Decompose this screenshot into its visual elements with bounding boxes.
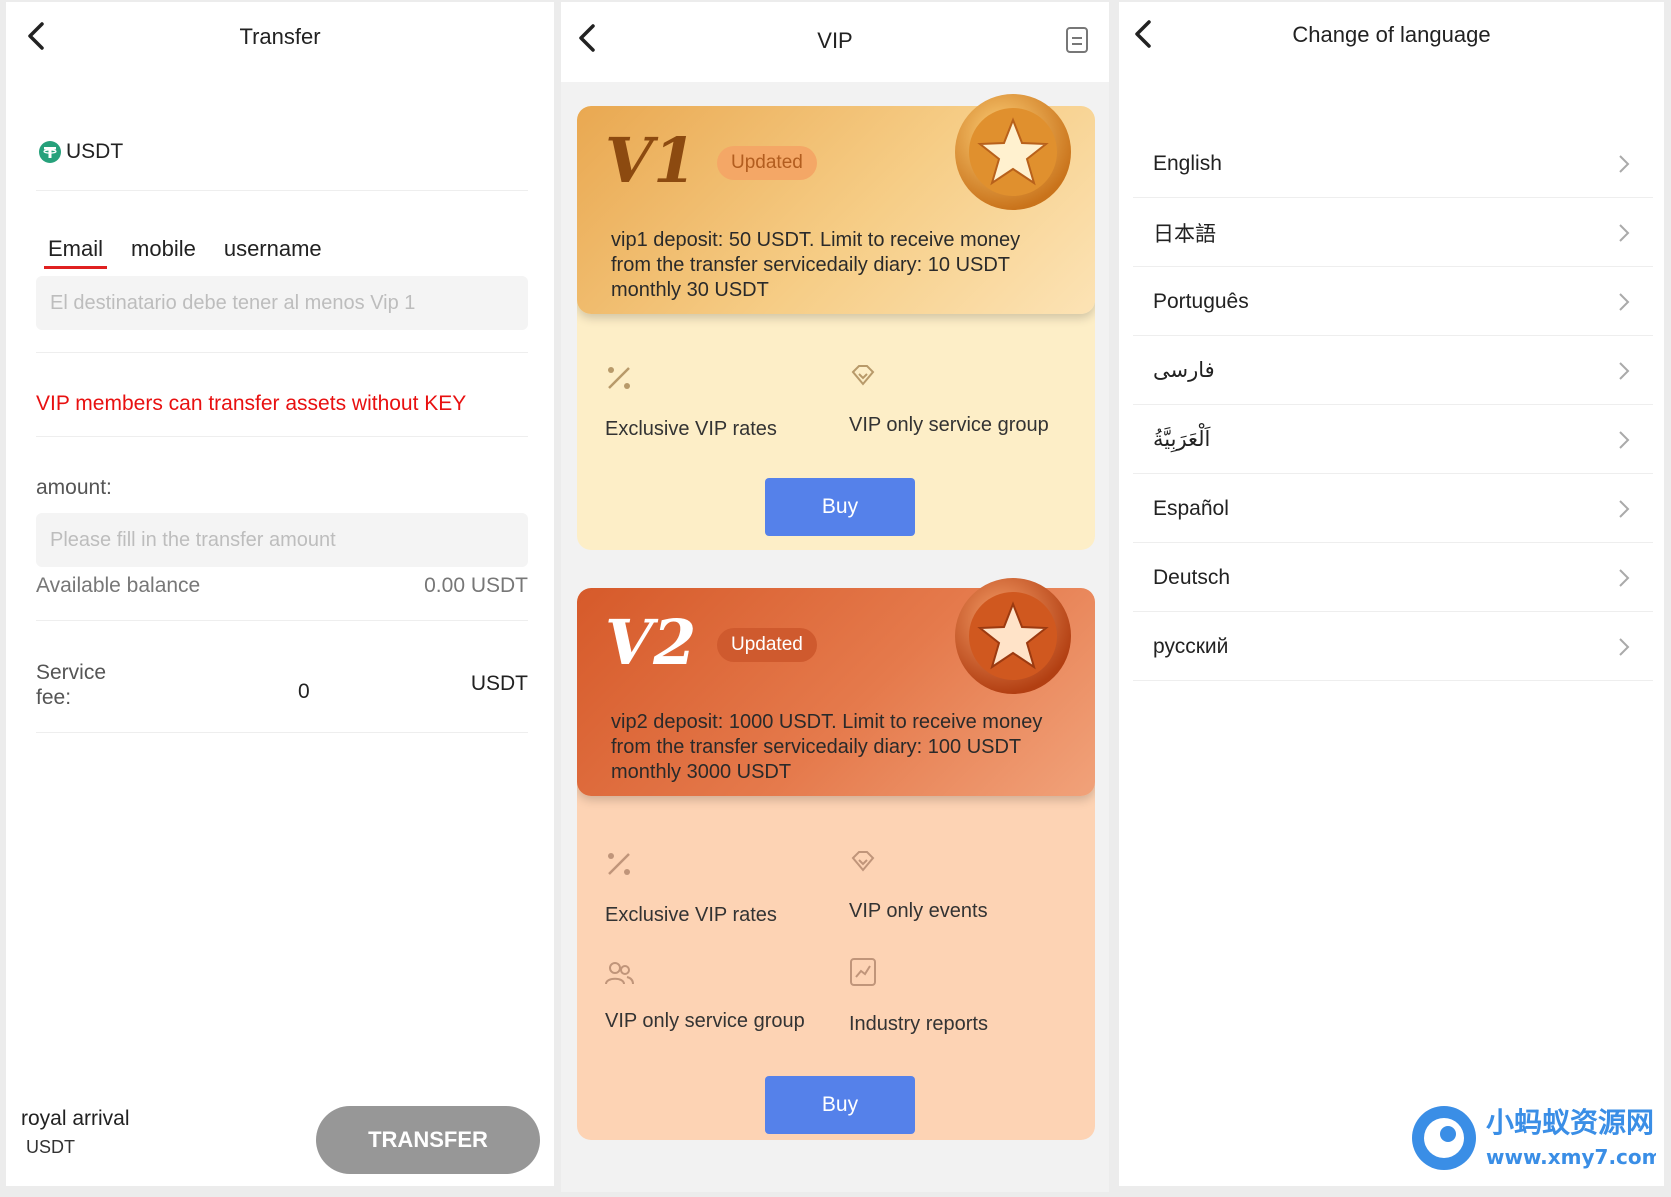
chevron-right-icon [1619,430,1630,449]
chevron-right-icon [1619,223,1630,242]
buy-button[interactable]: Buy [765,478,915,536]
language-label: Deutsch [1153,565,1231,589]
page-title: VIP [817,28,853,53]
language-item-arabic[interactable]: اَلْعَرَبِيَّةُ [1133,406,1653,474]
status-badge: Updated [717,146,817,180]
feature-label: VIP only events [849,900,988,922]
tab-email[interactable]: Email [44,236,108,269]
watermark-cn: 小蚂蚁资源网 [1486,1106,1654,1139]
chevron-right-icon [1619,292,1630,311]
coin-label: USDT [66,140,124,163]
page-title: Transfer [239,24,321,49]
chevron-right-icon [1619,154,1630,173]
balance-label: Available balance [36,574,201,597]
diamond-icon [851,365,875,386]
language-item-russian[interactable]: русский [1133,613,1653,681]
language-label: فارسی [1153,359,1215,382]
vip-description: vip1 deposit: 50 USDT. Limit to receive … [611,229,1021,301]
recipient-type-tabs: Email mobile username [44,236,326,269]
language-item-japanese[interactable]: 日本語 [1133,199,1653,267]
arrival-label: royal arrival [21,1107,130,1130]
amount-input[interactable] [36,513,528,567]
page-title: Change of language [1292,22,1491,47]
chevron-right-icon [1619,637,1630,656]
vip-panel: VIP V1 Updated vip1 deposit: 50 USDT. Li… [561,2,1109,1192]
diamond-icon [851,851,875,872]
watermark-logo: 小蚂蚁资源网 www.xmy7.com [1412,1106,1656,1170]
group-icon [605,962,634,985]
language-item-english[interactable]: English [1133,130,1653,198]
tab-username[interactable]: username [220,236,326,269]
document-icon[interactable] [1065,26,1089,54]
chevron-right-icon [1619,568,1630,587]
feature-label: Exclusive VIP rates [605,418,777,440]
amount-label: amount: [36,476,112,499]
feature-label: VIP only service group [605,1010,805,1032]
divider [36,352,528,353]
language-item-portuguese[interactable]: Português [1133,268,1653,336]
language-label: Português [1153,289,1249,313]
language-label: 日本語 [1153,222,1216,246]
vip-level: V2 [605,606,697,679]
buy-button[interactable]: Buy [765,1076,915,1134]
language-label: Español [1153,496,1229,520]
service-fee-unit: USDT [470,672,528,695]
divider [36,190,528,191]
feature-label: VIP only service group [849,414,1049,436]
tab-mobile[interactable]: mobile [127,236,200,269]
vip-level: V1 [605,124,697,197]
vip-notice: VIP members can transfer assets without … [36,392,467,415]
divider [36,436,528,437]
language-item-german[interactable]: Deutsch [1133,544,1653,612]
transfer-button[interactable]: TRANSFER [316,1106,540,1174]
divider [36,620,528,621]
language-label: اَلْعَرَبِيَّةُ [1153,428,1211,451]
language-item-persian[interactable]: فارسی [1133,337,1653,405]
service-fee-label: Service fee: [36,661,107,709]
coin-selector[interactable]: USDT [38,140,123,164]
percent-icon [608,853,630,875]
transfer-panel: Transfer USDT Email mobile username VIP … [6,2,554,1186]
language-label: English [1153,151,1222,175]
language-item-spanish[interactable]: Español [1133,475,1653,543]
chevron-right-icon [1619,499,1630,518]
feature-label: Exclusive VIP rates [605,904,777,926]
watermark-url: www.xmy7.com [1486,1145,1656,1169]
balance-value: 0.00 USDT [424,574,528,597]
arrival-unit: USDT [26,1137,75,1157]
gold-medal-icon [955,94,1071,210]
status-badge: Updated [717,628,817,662]
chevron-right-icon [1619,361,1630,380]
divider [36,732,528,733]
bronze-medal-icon [955,578,1071,694]
service-fee-value: 0 [298,680,310,703]
percent-icon [608,367,630,389]
vip-description: vip2 deposit: 1000 USDT. Limit to receiv… [611,711,1043,783]
tether-icon [39,141,61,163]
language-panel: Change of language English 日本語 Português… [1119,2,1664,1186]
recipient-input[interactable] [36,276,528,330]
report-icon [850,958,876,986]
feature-label: Industry reports [849,1013,988,1035]
language-label: русский [1153,634,1229,658]
